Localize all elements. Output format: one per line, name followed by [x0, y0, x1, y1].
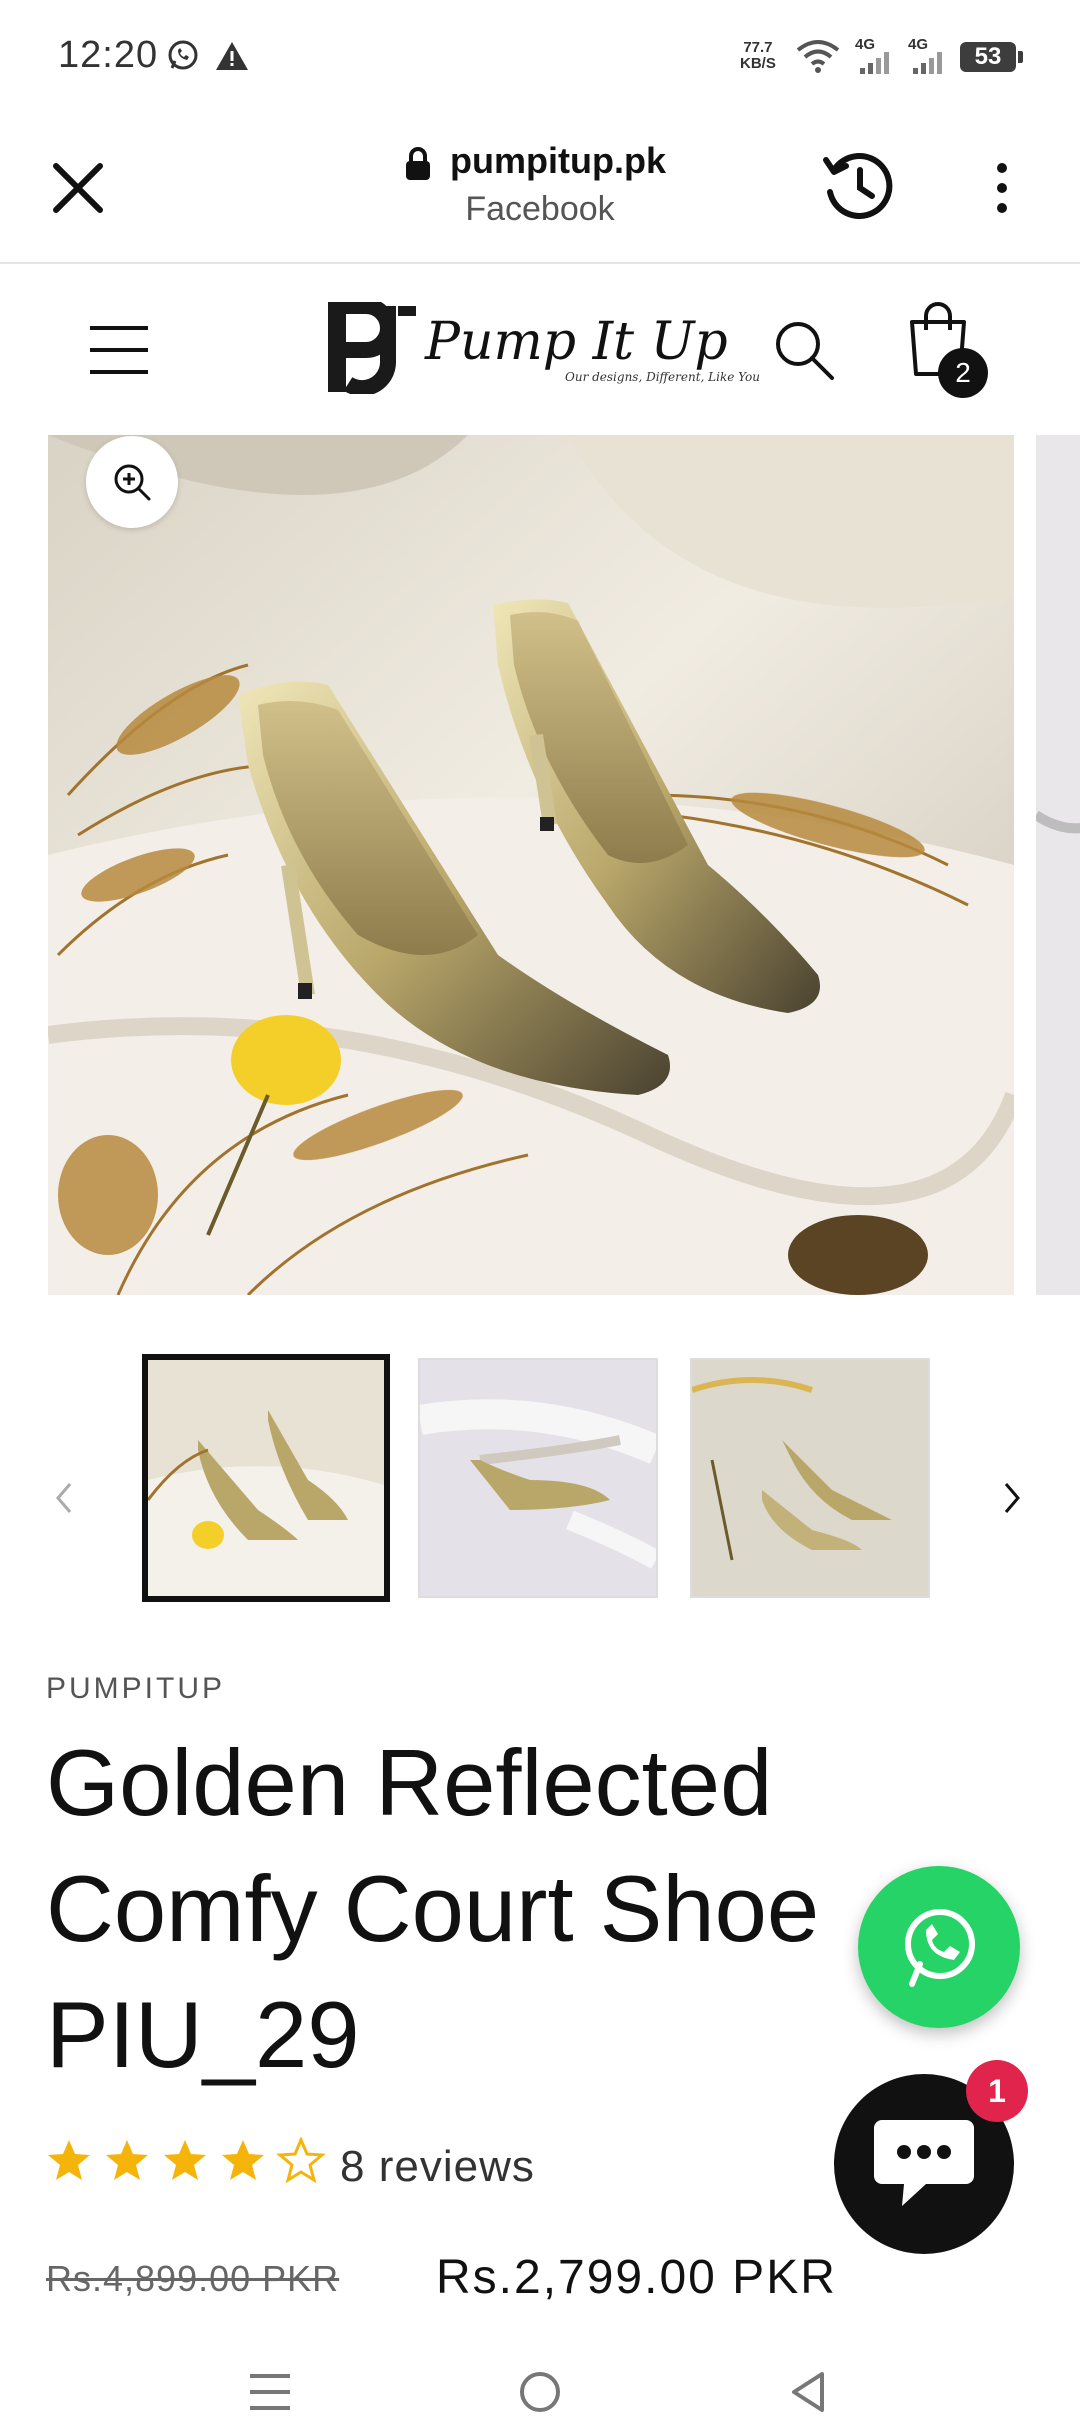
browser-host[interactable]: pumpitup.pk: [0, 140, 1080, 182]
product-rating[interactable]: [44, 2136, 334, 2191]
whatsapp-icon: [905, 1909, 975, 1987]
thumbnail-prev-button[interactable]: [52, 1478, 76, 1528]
system-nav-bar: [0, 2330, 1080, 2436]
store-header: Pump It Up Our designs, Different, Like …: [0, 262, 1080, 432]
status-time: 12:20: [58, 34, 159, 76]
search-icon[interactable]: [772, 318, 836, 382]
product-vendor: PUMPITUP: [46, 1672, 226, 1705]
signal-4g-label-1: 4G: [855, 36, 876, 53]
product-next-image-peek[interactable]: [1036, 435, 1080, 1295]
chat-bubble-icon: [874, 2120, 974, 2206]
wifi-icon: [796, 40, 840, 73]
star-filled-icon: [222, 2140, 264, 2180]
store-logo-text: Pump It Up: [425, 312, 728, 372]
star-filled-icon: [106, 2140, 148, 2180]
chevron-left-icon: [56, 1483, 72, 1513]
review-count[interactable]: 8 reviews: [340, 2142, 535, 2192]
cart-count-badge: 2: [938, 348, 988, 398]
warning-icon: [216, 42, 248, 70]
whatsapp-chat-button[interactable]: [858, 1866, 1020, 2028]
star-filled-icon: [164, 2140, 206, 2180]
thumbnail-next-button[interactable]: [1000, 1478, 1024, 1528]
browser-origin: Facebook: [465, 190, 615, 228]
browser-toolbar: pumpitup.pk Facebook: [0, 110, 1080, 264]
zoom-button[interactable]: [86, 436, 178, 528]
product-title: Golden Reflected Comfy Court Shoe PIU_29: [46, 1730, 820, 2087]
chevron-right-icon: [1004, 1483, 1020, 1513]
store-logo-mark[interactable]: [326, 302, 422, 394]
more-options-icon[interactable]: [990, 160, 1014, 216]
price-compare-at: Rs.4,899.00 PKR: [46, 2258, 340, 2299]
battery-indicator: 53: [960, 42, 1023, 72]
thumbnail-1[interactable]: [142, 1354, 390, 1602]
thumbnail-3[interactable]: [690, 1358, 930, 1598]
back-icon[interactable]: [788, 2370, 828, 2414]
chat-unread-badge: 1: [966, 2060, 1028, 2122]
price-sale: Rs.2,799.00 PKR: [436, 2251, 837, 2304]
product-main-image[interactable]: [48, 435, 1014, 1295]
whatsapp-status-icon: [168, 40, 198, 70]
star-outline-icon: [276, 2136, 326, 2184]
rating-stars: [48, 2136, 326, 2184]
history-icon[interactable]: [818, 146, 898, 226]
home-icon[interactable]: [518, 2370, 562, 2414]
signal-4g-label-2: 4G: [908, 36, 929, 53]
store-logo-tagline: Our designs, Different, Like You: [565, 370, 760, 384]
star-filled-icon: [48, 2140, 90, 2180]
recent-apps-icon[interactable]: [248, 2372, 292, 2412]
status-bar: 12:20 77.7 KB/S 4G 4G 53: [0, 0, 1080, 110]
signal-bars-icon: [860, 52, 889, 74]
thumbnail-2[interactable]: [418, 1358, 658, 1598]
menu-icon[interactable]: [88, 324, 150, 376]
signal-bars-icon: [913, 52, 942, 74]
zoom-in-icon: [114, 464, 151, 501]
network-speed: 77.7 KB/S: [740, 39, 776, 72]
